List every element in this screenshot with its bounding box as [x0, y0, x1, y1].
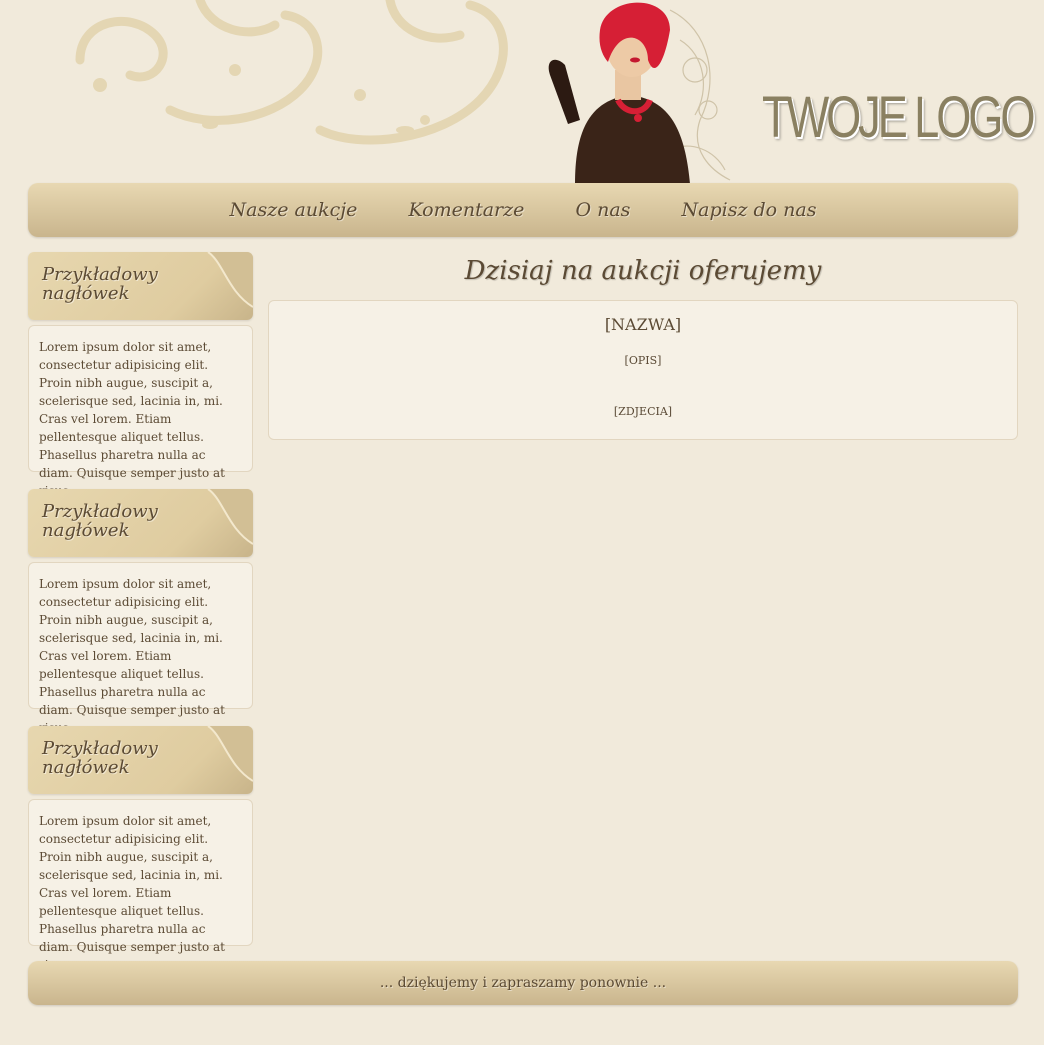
auction-item-card: [NAZWA] [OPIS] [ZDJECIA] [268, 300, 1018, 440]
sidebar-heading: Przykładowy nagłówek [42, 501, 158, 541]
sidebar-block-header: Przykładowy nagłówek [28, 489, 253, 557]
sidebar-block: Przykładowy nagłówek Lorem ipsum dolor s… [28, 726, 253, 972]
sidebar-block-header: Przykładowy nagłówek [28, 726, 253, 794]
sidebar-text: Lorem ipsum dolor sit amet, consectetur … [28, 562, 253, 735]
nav-item-auctions[interactable]: Nasze aukcje [230, 183, 358, 237]
sidebar-heading: Przykładowy nagłówek [42, 264, 158, 304]
sidebar-text: Lorem ipsum dolor sit amet, consectetur … [28, 325, 253, 498]
fashion-lady-illustration [548, 2, 731, 184]
sidebar-block: Przykładowy nagłówek Lorem ipsum dolor s… [28, 489, 253, 735]
main-content: Dzisiaj na aukcji oferujemy [NAZWA] [OPI… [268, 252, 1018, 440]
sidebar-block-header: Przykładowy nagłówek [28, 252, 253, 320]
item-photos: [ZDJECIA] [613, 405, 673, 418]
page-title: Dzisiaj na aukcji oferujemy [464, 256, 822, 286]
item-name: [NAZWA] [604, 315, 682, 334]
main-nav: Nasze aukcje Komentarze O nas Napisz do … [28, 183, 1018, 237]
sidebar-heading: Przykładowy nagłówek [42, 738, 158, 778]
nav-item-contact[interactable]: Napisz do nas [682, 183, 817, 237]
site-footer: ... dziękujemy i zapraszamy ponownie ... [28, 961, 1018, 1005]
floral-swirl-decoration [75, 0, 508, 145]
sidebar-block: Przykładowy nagłówek Lorem ipsum dolor s… [28, 252, 253, 498]
site-logo[interactable]: TWOJE LOGO [762, 84, 1036, 151]
site-header: TWOJE LOGO [0, 0, 1044, 184]
sidebar-text: Lorem ipsum dolor sit amet, consectetur … [28, 799, 253, 972]
nav-item-about[interactable]: O nas [575, 183, 630, 237]
item-description: [OPIS] [624, 354, 662, 367]
nav-item-comments[interactable]: Komentarze [408, 183, 524, 237]
sidebar: Przykładowy nagłówek Lorem ipsum dolor s… [28, 252, 253, 972]
